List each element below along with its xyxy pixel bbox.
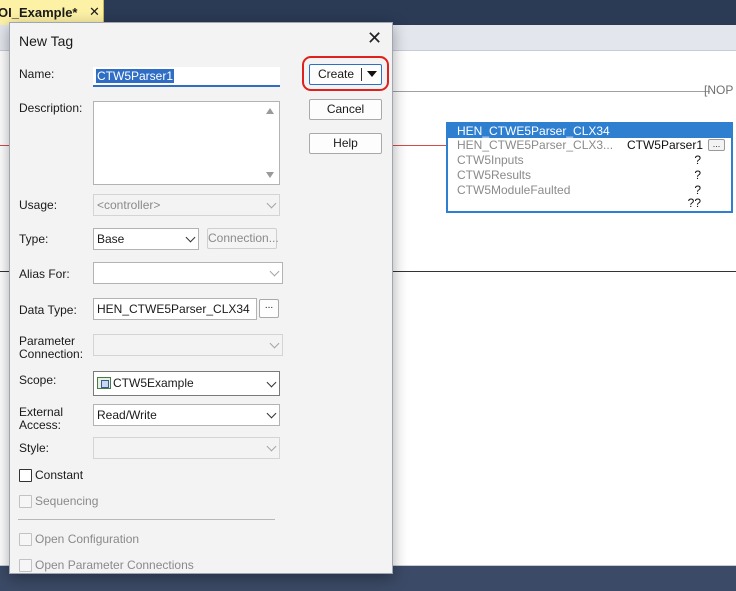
document-tab-title: OI_Example* xyxy=(0,5,78,20)
open-configuration-label: Open Configuration xyxy=(35,532,140,546)
scope-value: CTW5Example xyxy=(113,376,194,390)
rung-wire xyxy=(380,91,710,92)
label-line: Access: xyxy=(19,418,62,432)
create-button[interactable]: Create xyxy=(309,64,382,85)
chevron-down-icon xyxy=(266,198,277,209)
operand-label: HEN_CTWE5Parser_CLX3... xyxy=(457,138,614,152)
function-block-row: CTW5Results ? xyxy=(448,168,731,183)
operand-value: ?? xyxy=(687,196,701,210)
description-label: Description: xyxy=(19,101,83,115)
scope-select[interactable]: CTW5Example xyxy=(93,371,280,396)
operand-value[interactable]: CTW5Parser1 xyxy=(627,138,703,153)
label-line: Parameter xyxy=(19,334,76,348)
scope-label: Scope: xyxy=(19,373,57,387)
external-access-label: External Access: xyxy=(19,406,63,432)
rung-wire xyxy=(390,271,736,272)
description-textarea[interactable] xyxy=(93,101,280,185)
function-block-row: HEN_CTWE5Parser_CLX3... CTW5Parser1 ... xyxy=(448,138,731,153)
dropdown-arrow-icon[interactable] xyxy=(367,71,377,77)
function-block-instruction[interactable]: HEN_CTWE5Parser_CLX34 HEN_CTWE5Parser_CL… xyxy=(446,122,733,213)
operand-value[interactable]: ? xyxy=(694,168,701,183)
alias-for-select[interactable] xyxy=(93,262,283,284)
type-label: Type: xyxy=(19,232,49,246)
function-block-row: CTW5Inputs ? xyxy=(448,153,731,168)
style-select xyxy=(93,437,280,459)
controller-icon xyxy=(97,377,111,389)
sequencing-label: Sequencing xyxy=(35,494,99,508)
data-type-browse-button[interactable]: ... xyxy=(259,299,279,318)
label-line: External xyxy=(19,405,64,419)
external-access-value: Read/Write xyxy=(97,408,157,422)
data-type-label: Data Type: xyxy=(19,303,77,317)
chevron-down-icon xyxy=(266,441,277,452)
open-parameter-connections-checkbox xyxy=(19,559,32,572)
type-select[interactable]: Base xyxy=(93,228,199,250)
function-block-title: HEN_CTWE5Parser_CLX34 xyxy=(448,124,731,138)
create-button-label: Create xyxy=(318,67,355,81)
open-parameter-connections-label: Open Parameter Connections xyxy=(35,558,194,572)
nop-label: NOP xyxy=(707,83,734,97)
usage-label: Usage: xyxy=(19,198,58,212)
connection-button: Connection... xyxy=(207,228,279,249)
operand-label: CTW5Results xyxy=(457,168,532,182)
rung-wire-error xyxy=(390,145,448,146)
name-label: Name: xyxy=(19,67,55,81)
parameter-connection-label: Parameter Connection: xyxy=(19,335,83,361)
parameter-connection-select xyxy=(93,334,283,356)
sequencing-checkbox xyxy=(19,495,32,508)
label-line: Connection: xyxy=(19,347,84,361)
close-icon[interactable]: ✕ xyxy=(367,28,382,48)
open-configuration-checkbox xyxy=(19,533,32,546)
scroll-down-icon[interactable] xyxy=(266,172,274,178)
chevron-down-icon xyxy=(269,266,280,277)
usage-value: <controller> xyxy=(97,198,161,212)
split-separator xyxy=(361,68,362,81)
name-field[interactable]: CTW5Parser1 xyxy=(93,67,280,87)
operand-label: CTW5Inputs xyxy=(457,153,524,167)
nop-instruction[interactable]: [NOP xyxy=(704,83,733,97)
constant-checkbox[interactable] xyxy=(19,469,32,482)
type-value: Base xyxy=(97,232,125,246)
description-scrollbar[interactable] xyxy=(262,102,279,184)
style-label: Style: xyxy=(19,441,50,455)
data-type-field[interactable]: HEN_CTWE5Parser_CLX34 xyxy=(93,298,257,320)
chevron-down-icon xyxy=(266,408,277,419)
usage-select: <controller> xyxy=(93,194,280,216)
chevron-down-icon xyxy=(185,232,196,243)
external-access-select[interactable]: Read/Write xyxy=(93,404,280,426)
divider xyxy=(18,519,275,520)
dialog-title: New Tag xyxy=(19,33,74,49)
alias-for-label: Alias For: xyxy=(19,267,70,281)
data-type-value: HEN_CTWE5Parser_CLX34 xyxy=(97,302,250,316)
browse-button[interactable]: ... xyxy=(708,139,725,151)
help-button[interactable]: Help xyxy=(309,133,382,154)
operand-value[interactable]: ? xyxy=(694,153,701,168)
scroll-up-icon[interactable] xyxy=(266,108,274,114)
name-value: CTW5Parser1 xyxy=(96,69,175,83)
cancel-button[interactable]: Cancel xyxy=(309,99,382,120)
close-icon[interactable]: ✕ xyxy=(89,4,100,20)
constant-label: Constant xyxy=(35,468,84,482)
chevron-down-icon xyxy=(269,338,280,349)
chevron-down-icon xyxy=(266,377,277,388)
operand-label: CTW5ModuleFaulted xyxy=(457,183,571,197)
new-tag-dialog: New Tag ✕ Name: CTW5Parser1 Description:… xyxy=(9,22,393,574)
